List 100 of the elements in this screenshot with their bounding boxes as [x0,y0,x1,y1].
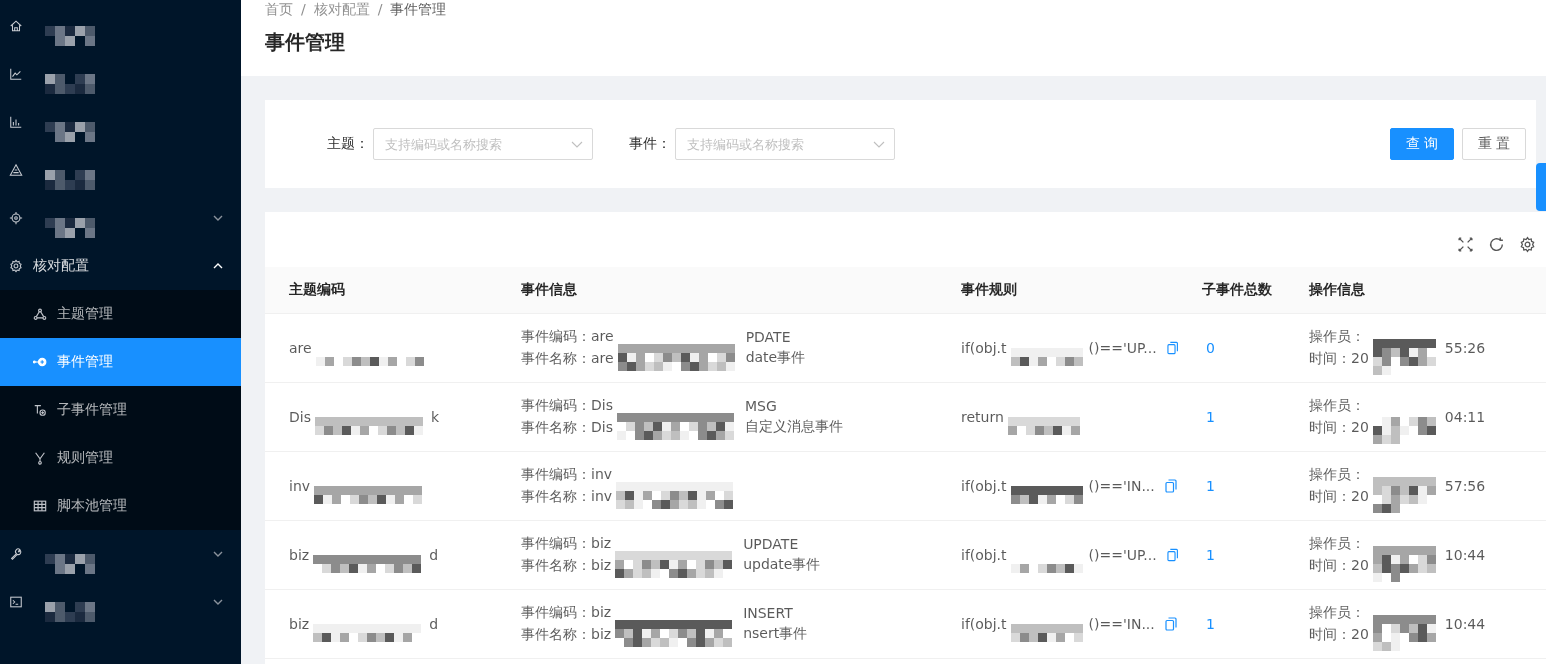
event-field: 事件编码：biz [521,535,612,553]
rule-text: ()=='IN... [1088,478,1155,494]
event-field: 事件编码：inv [521,466,613,484]
submenu-item[interactable]: 事件管理 [0,338,241,386]
column-header: 主题编码 [265,267,497,314]
event-field: 事件名称：biz [521,557,612,575]
bar-chart-icon [9,115,23,129]
event-field: UPDATE [743,536,821,552]
copy-icon[interactable] [1164,479,1177,493]
copy-icon[interactable] [1164,617,1177,631]
filter-label: 主题： [327,135,369,153]
chevron-down-icon [873,141,885,148]
operator-field: 时间：20 [1309,626,1369,644]
chevron-down-icon [571,141,583,148]
table-cell: are [289,340,312,356]
event-field: 事件编码：are [521,328,614,346]
rule-text: if(obj.t [961,478,1007,494]
pixelated-redaction [45,74,95,94]
pixelated-redaction [45,170,95,190]
event-field: 事件名称：inv [521,488,613,506]
column-header: 事件规则 [937,267,1178,314]
table-cell: biz [289,616,310,632]
menu-item[interactable]: 核对配置 [0,242,241,290]
count-link[interactable]: 1 [1206,547,1215,563]
operator-field: 10:44 [1444,547,1486,563]
event-field: nsert事件 [743,625,808,643]
branch-icon [33,451,47,465]
rule-text: if(obj.t [961,616,1007,632]
filter-label: 事件： [629,135,671,153]
breadcrumb-separator: / [377,1,383,19]
pixelated-redaction [45,554,95,574]
table-cell: d [429,616,438,632]
rule-text: if(obj.t [961,547,1007,563]
table-cell: Dis [289,409,311,425]
operator-field: 时间：20 [1309,557,1369,575]
submenu-item[interactable]: 子事件管理 [0,386,241,434]
event-icon [33,355,47,369]
operator-field: 操作员： [1309,328,1369,346]
page-title: 事件管理 [265,29,346,56]
event-field: 事件编码：biz [521,604,612,622]
target-icon [9,211,23,225]
table-cell: d [429,547,438,563]
operator-field: 操作员： [1309,535,1369,553]
sub-icon [33,403,47,417]
event-field: 事件编码：Dis [521,397,613,415]
copy-icon[interactable] [1166,548,1178,562]
menu-label: 核对配置 [33,257,89,275]
refresh-icon[interactable] [1488,236,1505,253]
event-field: 事件名称：Dis [521,419,613,437]
event-field: update事件 [743,556,821,574]
side-handle[interactable] [1536,163,1546,211]
operator-field: 时间：20 [1309,488,1369,506]
column-header: 操作信息 [1285,267,1546,314]
pixelated-redaction [45,602,95,622]
count-link[interactable]: 1 [1206,409,1215,425]
nodes-icon [33,307,47,321]
breadcrumb-link[interactable]: 首页 [265,1,293,19]
search-button[interactable]: 查 询 [1390,128,1454,160]
operator-field: 时间：20 [1309,350,1369,368]
count-link[interactable]: 1 [1206,478,1215,494]
line-chart-icon [9,67,23,81]
table-cell: biz [289,547,310,563]
copy-icon[interactable] [1166,341,1178,355]
submenu-item[interactable]: 主题管理 [0,290,241,338]
table-icon [33,499,47,513]
fullscreen-icon[interactable] [1457,236,1474,253]
pixelated-redaction [45,26,95,46]
operator-field: 04:11 [1444,409,1486,425]
pixelated-redaction [45,218,95,238]
pixelated-redaction [45,122,95,142]
event-field: PDATE [745,329,806,345]
event-field: 自定义消息事件 [744,418,843,436]
select-field[interactable]: 支持编码或名称搜索 [373,128,593,160]
count-link[interactable]: 0 [1206,340,1215,356]
breadcrumb-separator: / [301,1,306,19]
settings-icon[interactable] [1519,236,1536,253]
terminal-icon [9,595,23,609]
operator-field: 55:26 [1444,340,1486,356]
event-field: 事件名称：biz [521,626,612,644]
wrench-icon [9,547,23,561]
submenu-item[interactable]: 脚本池管理 [0,482,241,530]
count-link[interactable]: 1 [1206,616,1215,632]
table-cell: inv [289,478,311,494]
event-field: date事件 [745,349,806,367]
gear-icon [9,259,23,273]
operator-field: 操作员： [1309,397,1369,415]
reset-button[interactable]: 重 置 [1462,128,1526,160]
home-icon [9,19,23,33]
event-field: 事件名称：are [521,350,614,368]
submenu-item[interactable]: 规则管理 [0,434,241,482]
breadcrumb-link[interactable]: 事件管理 [390,1,447,19]
breadcrumb-link[interactable]: 核对配置 [313,1,370,19]
operator-field: 操作员： [1309,466,1369,484]
column-header: 事件信息 [497,267,937,314]
column-header: 子事件总数 [1178,267,1285,314]
select-field[interactable]: 支持编码或名称搜索 [675,128,895,160]
event-field: INSERT [743,605,808,621]
rule-text: ()=='UP... [1088,547,1157,563]
operator-field: 时间：20 [1309,419,1369,437]
table-cell: k [430,409,440,425]
